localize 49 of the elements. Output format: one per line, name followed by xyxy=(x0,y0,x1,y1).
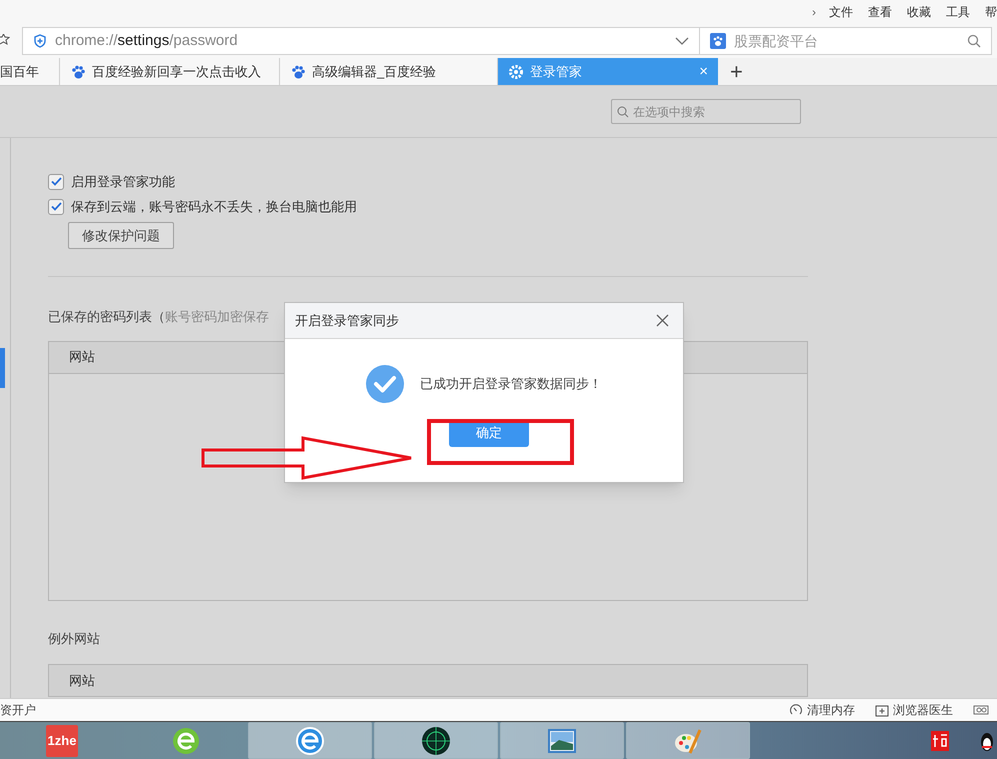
checkbox-label: 启用登录管家功能 xyxy=(71,172,175,191)
check-circle-icon xyxy=(366,365,404,403)
caret-icon[interactable] xyxy=(675,37,689,45)
taskbar-button[interactable] xyxy=(248,722,372,759)
menu-item[interactable]: 帮 xyxy=(985,3,997,21)
checkbox[interactable] xyxy=(48,174,64,190)
taskbar-button[interactable]: 1zhe xyxy=(0,722,124,759)
taskbar-button[interactable] xyxy=(374,722,498,759)
search-icon[interactable] xyxy=(967,34,981,48)
shield-icon xyxy=(33,34,47,48)
browser-icon xyxy=(171,726,201,756)
menu-item[interactable]: 文件 xyxy=(829,3,853,21)
menu-item[interactable]: 查看 xyxy=(868,3,892,21)
checkbox[interactable] xyxy=(48,198,64,214)
glasses-icon[interactable] xyxy=(973,705,989,715)
paw-icon xyxy=(290,64,306,80)
address-field[interactable]: chrome://settings/password xyxy=(22,27,700,55)
browser-tab[interactable]: 百度经验新回享一次点击收入 xyxy=(60,58,280,85)
section-title: 例外网站 xyxy=(48,630,101,648)
browser-tab[interactable]: 高级编辑器_百度经验 xyxy=(280,58,498,85)
tray-app-icon[interactable] xyxy=(931,730,949,750)
browser-tab[interactable]: 国百年 xyxy=(0,58,60,85)
taskbar-button[interactable] xyxy=(500,722,624,759)
browser-icon xyxy=(295,726,325,756)
checkbox-label: 保存到云端，账号密码永不丢失，换台电脑也能用 xyxy=(71,198,357,216)
menu-item[interactable]: 工具 xyxy=(946,3,970,21)
app-logo: 1zhe xyxy=(46,724,78,756)
new-tab-button[interactable]: + xyxy=(730,60,743,82)
chevron-icon[interactable]: › xyxy=(812,3,816,21)
gauge-icon xyxy=(789,703,803,717)
status-text: 资开户 xyxy=(0,702,37,719)
search-icon xyxy=(617,106,629,118)
paw-icon xyxy=(70,64,86,80)
column-header: 网站 xyxy=(69,348,95,366)
close-icon[interactable] xyxy=(656,314,669,327)
column-header: 网站 xyxy=(69,672,95,690)
paw-icon xyxy=(710,33,726,49)
status-button[interactable]: 清理内存 xyxy=(789,701,855,719)
settings-icon xyxy=(508,64,524,80)
change-security-question-button[interactable]: 修改保护问题 xyxy=(68,222,174,249)
menu-item[interactable]: 收藏 xyxy=(907,3,931,21)
section-title: 已保存的密码列表（账号密码加密保存 xyxy=(48,308,269,326)
url-text: chrome://settings/password xyxy=(55,30,239,51)
success-message: 已成功开启登录管家数据同步！ xyxy=(420,375,602,394)
status-button[interactable]: 浏览器医生 xyxy=(875,701,953,719)
radar-icon xyxy=(421,726,451,756)
dialog-title: 开启登录管家同步 xyxy=(295,312,400,330)
sidebar-marker xyxy=(0,348,5,388)
picture-icon xyxy=(547,728,577,754)
